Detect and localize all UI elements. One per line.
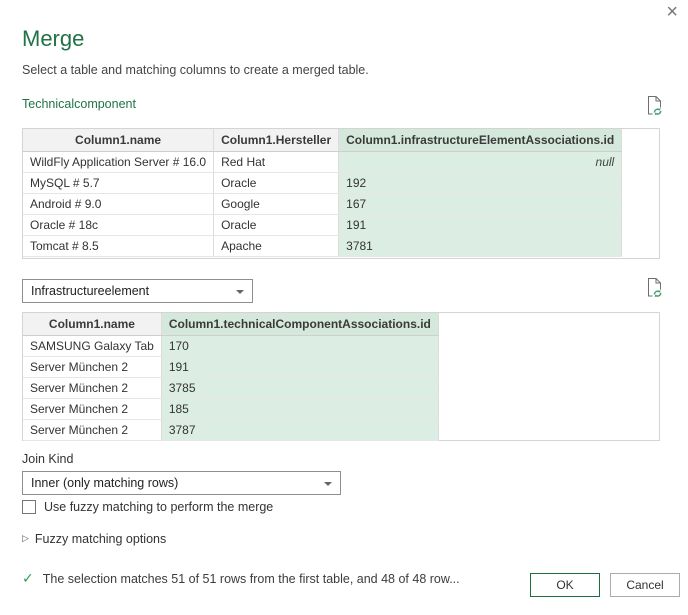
merge-dialog: × Merge Select a table and matching colu… [0,0,688,615]
fuzzy-matching-row: Use fuzzy matching to perform the merge [22,500,273,514]
table-row: Server München 2 185 [23,398,438,419]
fuzzy-matching-checkbox[interactable] [22,500,36,514]
table-cell[interactable]: Apache [214,235,339,256]
first-table-label: Technicalcomponent [22,97,136,111]
table-cell[interactable]: 3781 [339,235,622,256]
table-row: WildFly Application Server # 16.0 Red Ha… [23,151,622,172]
table-row: Server München 2 191 [23,356,438,377]
table-cell[interactable]: 191 [161,356,438,377]
table-cell[interactable]: 192 [339,172,622,193]
fuzzy-matching-checkbox-label[interactable]: Use fuzzy matching to perform the merge [44,500,273,514]
fuzzy-options-label: Fuzzy matching options [35,532,166,546]
refresh-preview-button[interactable] [644,277,666,301]
table-cell[interactable]: Oracle # 18c [23,214,214,235]
table-cell[interactable]: Tomcat # 8.5 [23,235,214,256]
match-status: ✓ The selection matches 51 of 51 rows fr… [22,570,502,587]
join-kind-select[interactable]: Inner (only matching rows) [22,471,341,495]
table-cell[interactable]: Server München 2 [23,419,161,440]
second-table: Column1.name Column1.technicalComponentA… [22,312,660,441]
first-table: Column1.name Column1.Hersteller Column1.… [22,128,660,259]
table-cell-null[interactable]: null [339,151,622,172]
table-cell[interactable]: SAMSUNG Galaxy Tab [23,335,161,356]
column-header[interactable]: Column1.name [23,129,214,151]
table-cell[interactable]: Server München 2 [23,398,161,419]
table-cell[interactable]: MySQL # 5.7 [23,172,214,193]
chevron-down-icon [324,482,332,486]
table-cell[interactable]: Oracle [214,214,339,235]
table-cell[interactable]: Red Hat [214,151,339,172]
fuzzy-options-expander[interactable]: ▷ Fuzzy matching options [22,532,166,546]
chevron-down-icon [236,290,244,294]
ok-button[interactable]: OK [530,573,600,597]
refresh-preview-icon [646,95,664,117]
column-header-selected[interactable]: Column1.infrastructureElementAssociation… [339,129,622,151]
column-header[interactable]: Column1.Hersteller [214,129,339,151]
table-row: Android # 9.0 Google 167 [23,193,622,214]
join-kind-label: Join Kind [22,452,73,466]
column-header-selected[interactable]: Column1.technicalComponentAssociations.i… [161,313,438,335]
table-cell[interactable]: 3785 [161,377,438,398]
table-cell[interactable]: WildFly Application Server # 16.0 [23,151,214,172]
refresh-preview-icon [646,277,664,299]
table-cell[interactable]: 170 [161,335,438,356]
table-cell[interactable]: Android # 9.0 [23,193,214,214]
dialog-title: Merge [22,26,84,52]
table-cell[interactable]: 3787 [161,419,438,440]
close-icon[interactable]: × [666,2,678,22]
selector-value: Infrastructureelement [31,284,149,298]
table-header-row: Column1.name Column1.technicalComponentA… [23,313,438,335]
table-row: Server München 2 3787 [23,419,438,440]
refresh-preview-button[interactable] [644,95,666,119]
table-row: MySQL # 5.7 Oracle 192 [23,172,622,193]
table-cell[interactable]: Google [214,193,339,214]
table-cell[interactable]: Oracle [214,172,339,193]
table-cell[interactable]: 191 [339,214,622,235]
table-cell[interactable]: 185 [161,398,438,419]
table-row: Oracle # 18c Oracle 191 [23,214,622,235]
table-row: Server München 2 3785 [23,377,438,398]
table-cell[interactable]: 167 [339,193,622,214]
success-check-icon: ✓ [22,570,34,587]
table-row: SAMSUNG Galaxy Tab 170 [23,335,438,356]
match-status-text: The selection matches 51 of 51 rows from… [43,572,460,586]
table-row: Tomcat # 8.5 Apache 3781 [23,235,622,256]
join-kind-value: Inner (only matching rows) [31,476,178,490]
expander-arrow-icon: ▷ [22,533,29,544]
table-cell[interactable]: Server München 2 [23,377,161,398]
table-header-row: Column1.name Column1.Hersteller Column1.… [23,129,622,151]
second-table-selector[interactable]: Infrastructureelement [22,279,253,303]
cancel-button[interactable]: Cancel [610,573,680,597]
table-cell[interactable]: Server München 2 [23,356,161,377]
column-header[interactable]: Column1.name [23,313,161,335]
dialog-subtitle: Select a table and matching columns to c… [22,63,369,77]
